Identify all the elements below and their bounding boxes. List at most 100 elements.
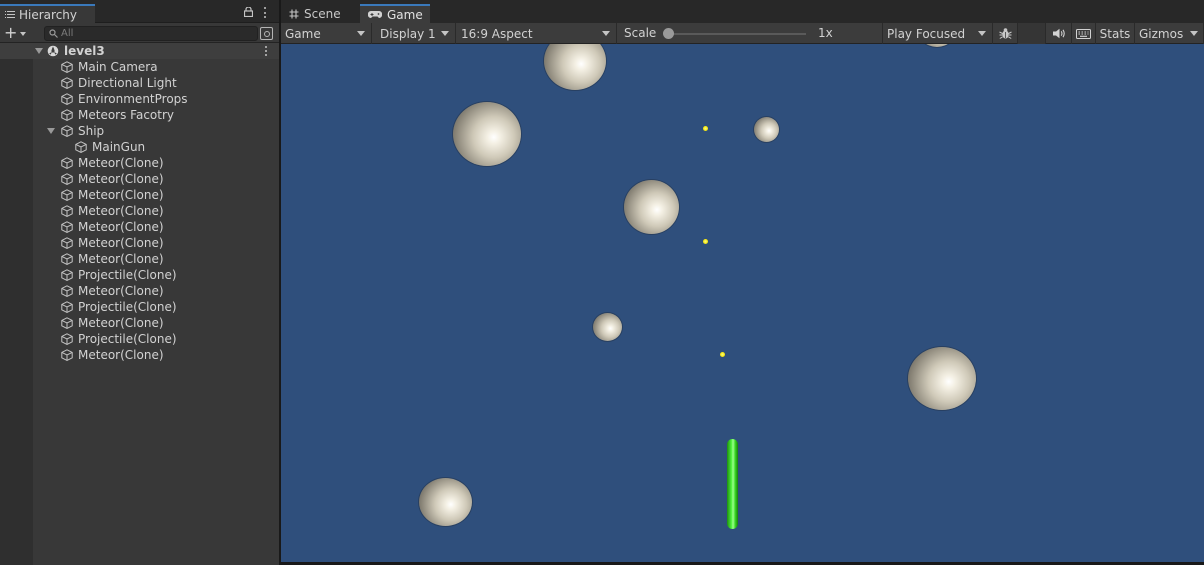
toolbar-toggle[interactable] (1018, 23, 1046, 44)
play-mode-value: Play Focused (887, 26, 966, 41)
cube-icon (61, 61, 73, 73)
hierarchy-item[interactable]: MainGun (0, 139, 279, 155)
lock-icon[interactable] (244, 7, 253, 17)
chevron-down-icon[interactable] (47, 128, 55, 134)
hierarchy-item[interactable]: Meteor(Clone) (0, 219, 279, 235)
search-scene-button[interactable] (260, 27, 273, 40)
chevron-down-icon[interactable] (35, 48, 43, 54)
cube-icon (61, 269, 73, 281)
hierarchy-item[interactable]: Meteor(Clone) (0, 315, 279, 331)
cube-icon (61, 349, 73, 361)
cube-icon (61, 93, 73, 105)
game-viewport[interactable] (281, 44, 1204, 562)
speaker-icon (1052, 28, 1065, 39)
search-input[interactable] (61, 28, 241, 39)
hierarchy-item-label: Meteor(Clone) (78, 252, 164, 266)
hierarchy-item[interactable]: Meteor(Clone) (0, 347, 279, 363)
hierarchy-item-label: Meteor(Clone) (78, 284, 164, 298)
meteor (908, 347, 976, 410)
hierarchy-item[interactable]: Meteor(Clone) (0, 283, 279, 299)
aspect-dropdown[interactable]: 16:9 Aspect (457, 23, 617, 44)
hierarchy-tab[interactable]: Hierarchy (0, 4, 95, 23)
hierarchy-item-label: Meteor(Clone) (78, 316, 164, 330)
projectile (703, 126, 708, 131)
hierarchy-item[interactable]: Meteor(Clone) (0, 155, 279, 171)
game-toolbar: Game Display 1 16:9 Aspect Scale 1x Play… (281, 23, 1204, 44)
hierarchy-item[interactable]: Main Camera (0, 59, 279, 75)
hierarchy-item[interactable]: Projectile(Clone) (0, 267, 279, 283)
scale-slider-thumb[interactable] (663, 28, 674, 39)
stats-label: Stats (1099, 26, 1131, 41)
keyboard-icon (1076, 28, 1091, 39)
mute-audio-button[interactable] (1046, 23, 1072, 44)
cube-icon (61, 317, 73, 329)
hierarchy-item-label: MainGun (92, 140, 146, 154)
cube-icon (61, 205, 73, 217)
kebab-menu-icon[interactable] (263, 7, 267, 18)
meteor (419, 478, 472, 526)
meteor (624, 180, 679, 234)
game-panel: Scene Game Game Display 1 16:9 Aspect Sc… (281, 0, 1204, 565)
hierarchy-item[interactable]: Meteor(Clone) (0, 171, 279, 187)
hierarchy-item-label: Meteor(Clone) (78, 204, 164, 218)
scene-row[interactable]: level3 (0, 43, 279, 59)
gamepad-icon (368, 10, 382, 19)
hierarchy-item[interactable]: Meteor(Clone) (0, 251, 279, 267)
hierarchy-item[interactable]: Meteor(Clone) (0, 203, 279, 219)
hierarchy-item[interactable]: Meteor(Clone) (0, 235, 279, 251)
cube-icon (61, 77, 73, 89)
create-button[interactable]: + (4, 25, 34, 41)
cube-icon (61, 237, 73, 249)
hierarchy-item[interactable]: Projectile(Clone) (0, 331, 279, 347)
play-mode-dropdown[interactable]: Play Focused (883, 23, 993, 44)
scale-control: Scale 1x (618, 23, 883, 44)
hierarchy-item-label: Ship (78, 124, 105, 138)
hierarchy-item-label: Meteor(Clone) (78, 188, 164, 202)
projectile (703, 239, 708, 244)
chevron-down-icon (978, 31, 986, 36)
gizmos-dropdown[interactable]: Gizmos (1135, 23, 1204, 44)
hierarchy-item-label: Meteor(Clone) (78, 156, 164, 170)
meteor (544, 44, 606, 90)
hierarchy-item[interactable]: Meteors Facotry (0, 107, 279, 123)
hierarchy-search[interactable] (44, 26, 258, 41)
stats-button[interactable]: Stats (1096, 23, 1135, 44)
grid-icon (289, 9, 299, 18)
kebab-menu-icon[interactable] (264, 46, 268, 56)
plus-icon: + (4, 23, 18, 42)
hierarchy-item[interactable]: Meteor(Clone) (0, 187, 279, 203)
hierarchy-item[interactable]: Directional Light (0, 75, 279, 91)
cube-icon (61, 221, 73, 233)
hierarchy-item[interactable]: Ship (0, 123, 279, 139)
view-mode-value: Game (285, 26, 321, 41)
view-mode-dropdown[interactable]: Game (281, 23, 372, 44)
hierarchy-item[interactable]: EnvironmentProps (0, 91, 279, 107)
chevron-down-icon (20, 32, 27, 36)
projectile (720, 352, 725, 357)
list-icon (5, 10, 15, 19)
hierarchy-item-label: Directional Light (78, 76, 177, 90)
tab-game[interactable]: Game (360, 4, 430, 23)
chevron-down-icon (1190, 31, 1198, 36)
tab-scene[interactable]: Scene (281, 4, 359, 23)
cube-icon (61, 333, 73, 345)
hierarchy-item-label: Meteor(Clone) (78, 172, 164, 186)
frame-debugger-button[interactable] (994, 23, 1018, 44)
view-tab-strip: Scene Game (281, 0, 1204, 23)
tab-game-label: Game (387, 7, 423, 22)
cube-icon (75, 141, 87, 153)
shortcuts-button[interactable] (1072, 23, 1096, 44)
chevron-down-icon (357, 31, 365, 36)
hierarchy-item-label: Main Camera (78, 60, 158, 74)
hierarchy-items: Main Camera Directional Light EnvironmentP… (0, 59, 279, 363)
hierarchy-item-label: Meteor(Clone) (78, 220, 164, 234)
meteor (453, 102, 521, 166)
cube-icon (61, 253, 73, 265)
display-dropdown[interactable]: Display 1 (376, 23, 456, 44)
scale-slider[interactable] (669, 33, 806, 35)
cube-icon (61, 173, 73, 185)
hierarchy-item[interactable]: Projectile(Clone) (0, 299, 279, 315)
meteor (917, 44, 957, 47)
scene-name: level3 (64, 44, 105, 58)
hierarchy-item-label: Meteor(Clone) (78, 236, 164, 250)
